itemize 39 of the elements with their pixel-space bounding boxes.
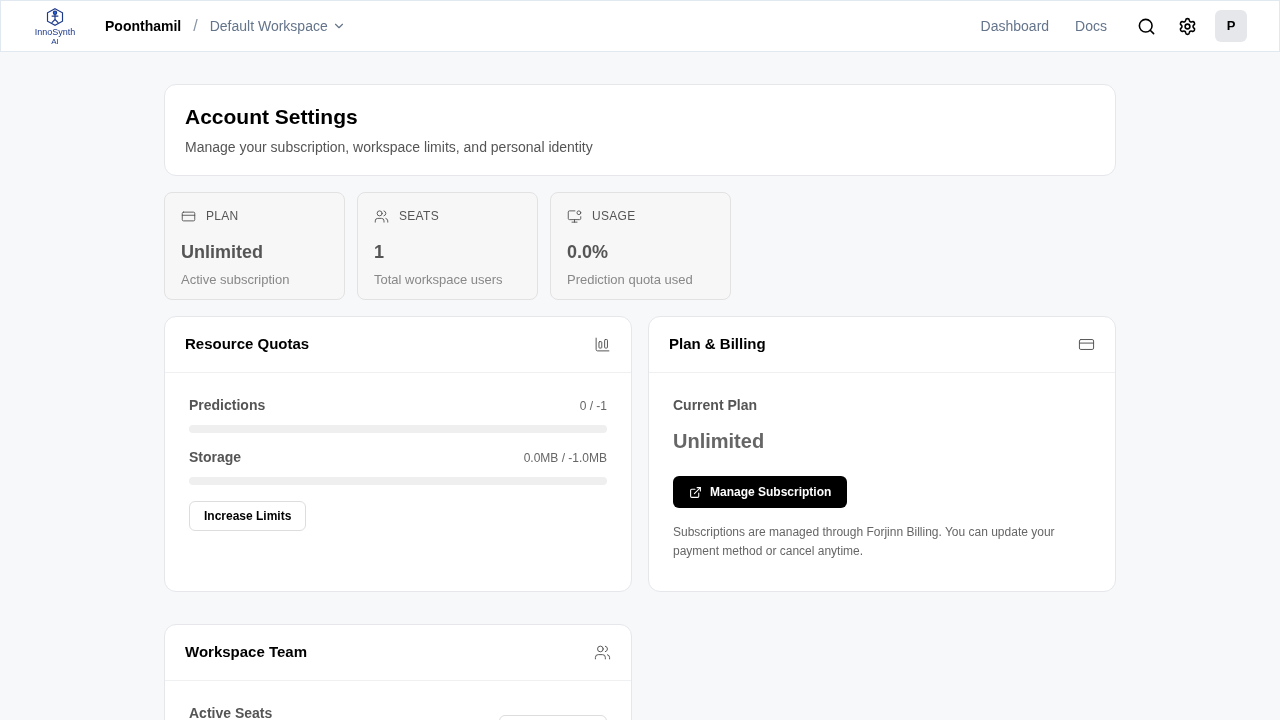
panel-title: Resource Quotas <box>185 334 310 355</box>
stat-caption: Prediction quota used <box>567 271 694 289</box>
quota-name: Predictions <box>189 396 266 415</box>
current-plan-label: Current Plan <box>673 396 758 415</box>
panel-title: Workspace Team <box>185 642 307 663</box>
manage-subscription-button[interactable]: Manage Subscription <box>673 476 848 508</box>
increase-limits-button[interactable]: Increase Limits <box>189 501 307 531</box>
page-subtitle: Manage your subscription, workspace limits, and personal identity <box>185 138 594 157</box>
avatar[interactable]: P <box>1215 10 1247 42</box>
stat-label: SEATS <box>399 208 439 225</box>
logo-icon <box>45 6 65 27</box>
external-link-icon <box>689 485 702 499</box>
nav-link[interactable]: Docs <box>1075 15 1107 37</box>
current-plan-value: Unlimited <box>673 429 766 454</box>
bar-chart-icon <box>594 336 611 353</box>
stat-caption: Active subscription <box>181 271 291 289</box>
page-title: Account Settings <box>185 104 359 130</box>
users-icon <box>374 208 389 224</box>
breadcrumb-separator: / <box>193 16 198 36</box>
user-name: Poonthamil <box>105 16 182 36</box>
billing-note: Subscriptions are managed through Forjinn Billing. You can update your payment method or cancel anytime. <box>673 524 1056 560</box>
stat-value: 1 <box>374 241 385 264</box>
workspace-dropdown[interactable]: Default Workspace <box>209 15 346 37</box>
credit-card-icon <box>181 208 196 224</box>
quota-reading: 0 / -1 <box>579 397 607 415</box>
nav-link[interactable]: Dashboard <box>980 15 1050 37</box>
stat-caption: Total workspace users <box>374 271 504 289</box>
logo-text: InnoSynth <box>34 26 76 37</box>
stat-value: 0.0% <box>567 241 610 264</box>
quota-reading: 0.0MB / -1.0MB <box>523 449 607 467</box>
panel-title: Plan & Billing <box>669 334 766 355</box>
stat-label: USAGE <box>592 208 636 225</box>
quota-name: Storage <box>189 448 242 467</box>
credit-card-icon <box>1078 336 1095 353</box>
logo-subtext: AI <box>51 36 59 46</box>
users-icon <box>594 644 611 661</box>
stat-value: Unlimited <box>181 241 264 264</box>
active-seats-label: Active Seats <box>189 704 273 720</box>
stat-label: PLAN <box>206 208 239 225</box>
